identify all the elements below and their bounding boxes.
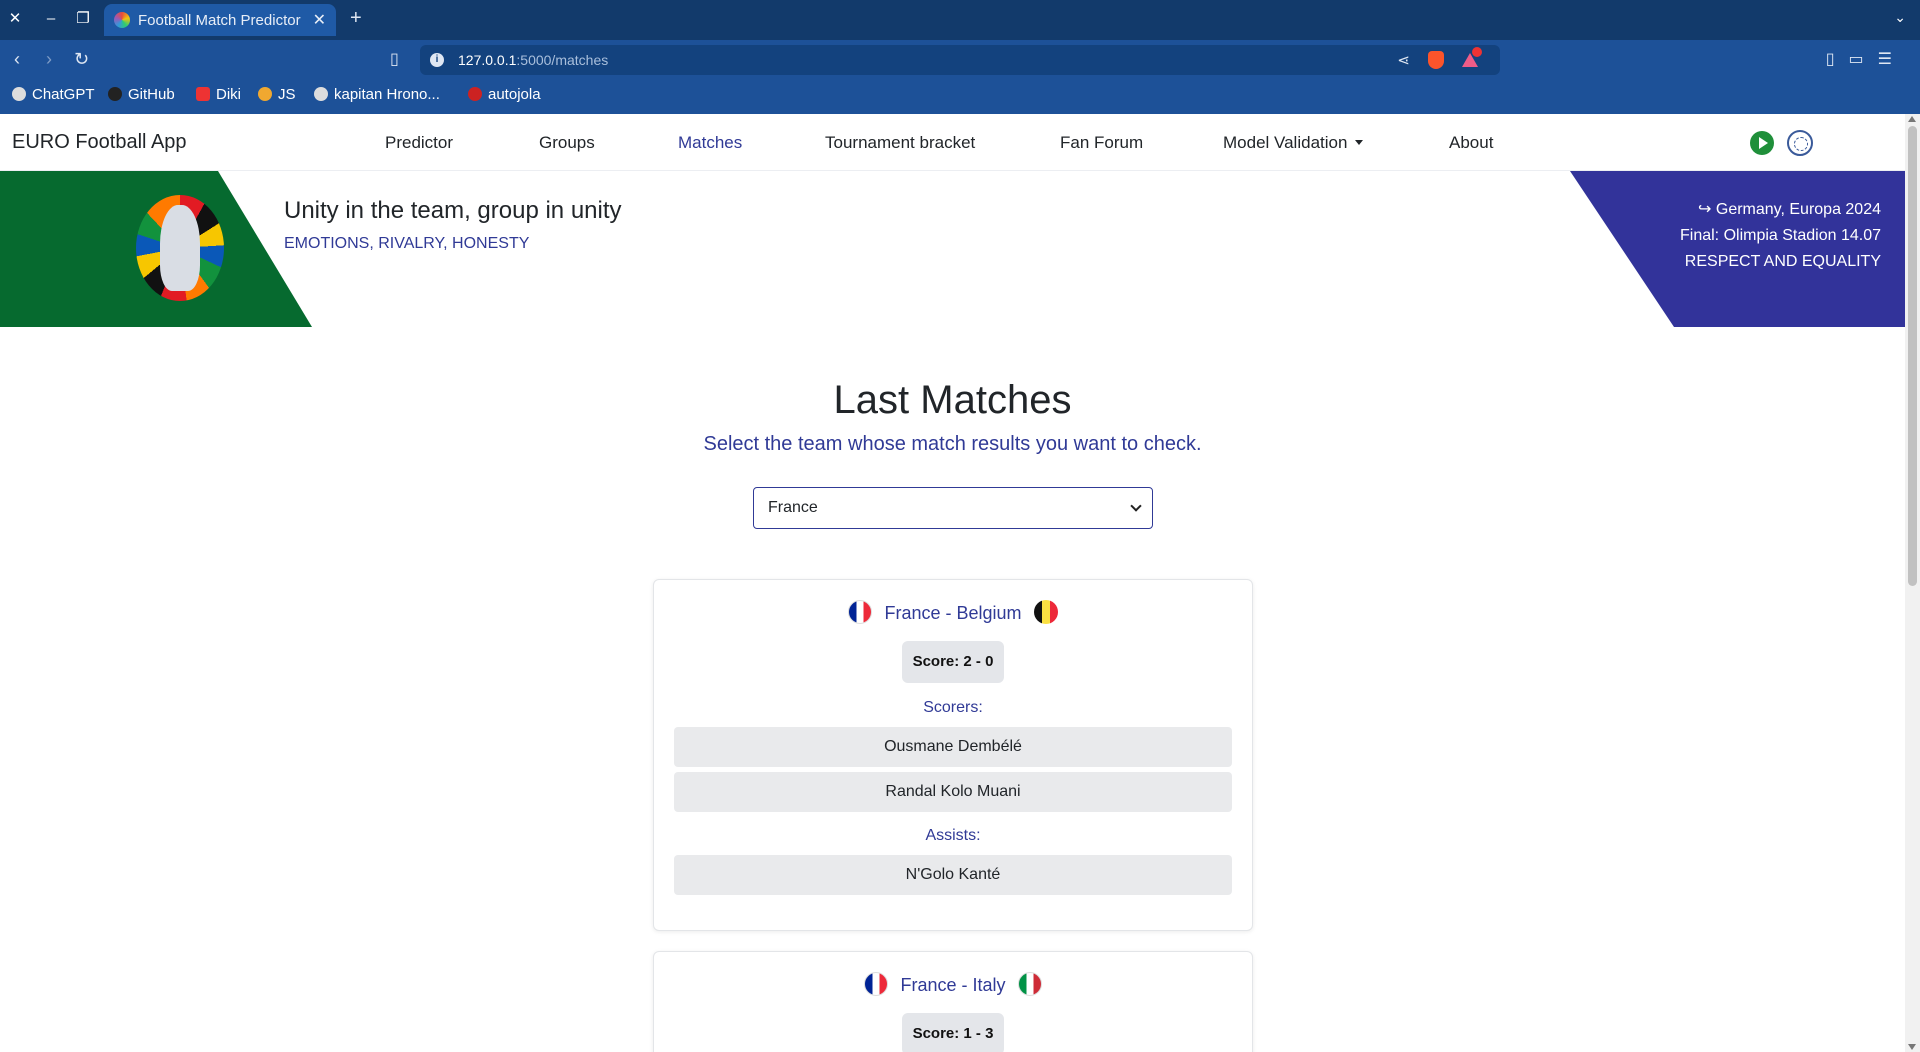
url-path: :5000/matches xyxy=(516,52,609,68)
brand-link[interactable]: EURO Football App xyxy=(12,131,187,154)
bookmark-js[interactable]: JS xyxy=(258,86,296,103)
bookmark-label: JS xyxy=(278,86,296,103)
share-icon[interactable]: ⋖ xyxy=(1397,51,1410,69)
scorers-label: Scorers: xyxy=(923,699,983,716)
url-host: 127.0.0.1 xyxy=(458,52,517,68)
nav-about[interactable]: About xyxy=(1449,133,1493,153)
banner-info: ↪ Germany, Europa 2024 Final: Olimpia St… xyxy=(1680,197,1881,275)
banner-subtitle: EMOTIONS, RIVALRY, HONESTY xyxy=(284,235,530,252)
autojola-icon xyxy=(468,87,482,101)
close-window-icon[interactable]: ✕ xyxy=(4,8,26,30)
team-select[interactable]: France xyxy=(753,487,1153,529)
nav-matches[interactable]: Matches xyxy=(678,133,742,153)
new-tab-icon[interactable]: + xyxy=(350,7,362,30)
bookmark-icon[interactable]: ▯ xyxy=(390,49,399,69)
france-flag-icon xyxy=(848,600,873,624)
score-badge: Score: 2 - 0 xyxy=(902,641,1004,683)
address-bar[interactable]: i 127.0.0.1:5000/matches ⋖ xyxy=(420,45,1500,75)
scorer-item: Randal Kolo Muani xyxy=(674,772,1232,812)
page-lead: Select the team whose match results you … xyxy=(703,433,1202,455)
bookmark-label: GitHub xyxy=(128,86,175,103)
app-navbar: EURO Football App Predictor Groups Match… xyxy=(0,114,1905,171)
bookmark-label: autojola xyxy=(488,86,541,103)
italy-flag-icon xyxy=(1017,972,1042,996)
browser-tab[interactable]: Football Match Predictor ✕ xyxy=(104,4,336,36)
page-title: Last Matches xyxy=(833,378,1072,422)
bookmark-autojola[interactable]: autojola xyxy=(468,86,541,103)
belgium-flag-icon xyxy=(1033,600,1058,624)
brave-shields-icon[interactable] xyxy=(1428,51,1444,69)
nav-fan-forum[interactable]: Fan Forum xyxy=(1060,133,1143,153)
nav-predictor[interactable]: Predictor xyxy=(385,133,453,153)
banner-info-final: Final: Olimpia Stadion 14.07 xyxy=(1680,227,1881,244)
globe-icon xyxy=(314,87,328,101)
browser-tab-bar: ✕ – ❐ Football Match Predictor ✕ + ⌄ xyxy=(0,0,1920,40)
site-info-icon[interactable]: i xyxy=(430,53,444,67)
browser-toolbar: ‹ › ↻ ▯ i 127.0.0.1:5000/matches ⋖ ▯▭☰ xyxy=(0,40,1920,80)
url-text[interactable]: 127.0.0.1:5000/matches xyxy=(458,52,608,68)
match-title-row: France - Italy xyxy=(654,972,1252,996)
minimize-window-icon[interactable]: – xyxy=(40,8,62,30)
bookmark-label: Diki xyxy=(216,86,241,103)
assist-item: N'Golo Kanté xyxy=(674,855,1232,895)
toolbar-right-icons[interactable]: ▯▭☰ xyxy=(1826,49,1906,69)
forward-icon[interactable]: › xyxy=(46,49,52,70)
back-icon[interactable]: ‹ xyxy=(14,49,20,70)
match-title[interactable]: France - Belgium xyxy=(884,603,1021,623)
match-card: France - Italy Score: 1 - 3 xyxy=(653,951,1253,1052)
banner-slogan: Unity in the team, group in unity xyxy=(284,197,622,224)
france-flag-icon xyxy=(864,972,889,996)
nav-tournament-bracket[interactable]: Tournament bracket xyxy=(825,133,975,153)
bookmark-label: ChatGPT xyxy=(32,86,95,103)
nav-groups[interactable]: Groups xyxy=(539,133,595,153)
banner-info-location: ↪ Germany, Europa 2024 xyxy=(1698,201,1881,218)
euro-favicon-icon xyxy=(114,12,130,28)
chevron-down-icon xyxy=(1130,500,1142,512)
js-icon xyxy=(258,87,272,101)
tab-list-chevron-icon[interactable]: ⌄ xyxy=(1894,9,1906,26)
scroll-down-arrow-icon[interactable] xyxy=(1908,1044,1916,1050)
uefa-logo-icon[interactable] xyxy=(1787,130,1813,156)
bookmark-label: kapitan Hrono... xyxy=(334,86,440,103)
match-title-row: France - Belgium xyxy=(654,600,1252,624)
bookmark-diki[interactable]: Diki xyxy=(196,86,241,103)
assists-label: Assists: xyxy=(925,827,981,844)
bookmarks-bar: ChatGPT GitHub Diki JS kapitan Hrono... … xyxy=(0,80,1920,114)
hero-banner: Unity in the team, group in unity EMOTIO… xyxy=(0,171,1905,327)
scrollbar-thumb[interactable] xyxy=(1908,126,1917,586)
tab-title: Football Match Predictor xyxy=(138,12,301,29)
nav-model-validation[interactable]: Model Validation xyxy=(1223,133,1364,153)
bookmark-github[interactable]: GitHub xyxy=(108,86,175,103)
notification-badge xyxy=(1472,47,1482,57)
scroll-up-arrow-icon[interactable] xyxy=(1908,116,1916,122)
github-icon xyxy=(108,87,122,101)
bookmark-chatgpt[interactable]: ChatGPT xyxy=(12,86,95,103)
team-select-value: France xyxy=(768,499,818,516)
close-tab-icon[interactable]: ✕ xyxy=(313,10,326,30)
match-title[interactable]: France - Italy xyxy=(900,975,1005,995)
reload-icon[interactable]: ↻ xyxy=(74,49,89,70)
score-badge: Score: 1 - 3 xyxy=(902,1013,1004,1052)
scorer-item: Ousmane Dembélé xyxy=(674,727,1232,767)
bookmark-kapitan[interactable]: kapitan Hrono... xyxy=(314,86,440,103)
banner-info-motto: RESPECT AND EQUALITY xyxy=(1684,253,1881,270)
match-card: France - Belgium Score: 2 - 0 Scorers: O… xyxy=(653,579,1253,931)
chatgpt-icon xyxy=(12,87,26,101)
restore-window-icon[interactable]: ❐ xyxy=(72,8,94,30)
diki-icon xyxy=(196,87,210,101)
dropdown-caret-icon xyxy=(1355,140,1364,145)
nav-model-validation-label: Model Validation xyxy=(1223,133,1348,152)
play-icon[interactable] xyxy=(1750,131,1774,155)
euro-2024-trophy-logo xyxy=(136,195,224,301)
page-scrollbar[interactable] xyxy=(1905,114,1920,1052)
